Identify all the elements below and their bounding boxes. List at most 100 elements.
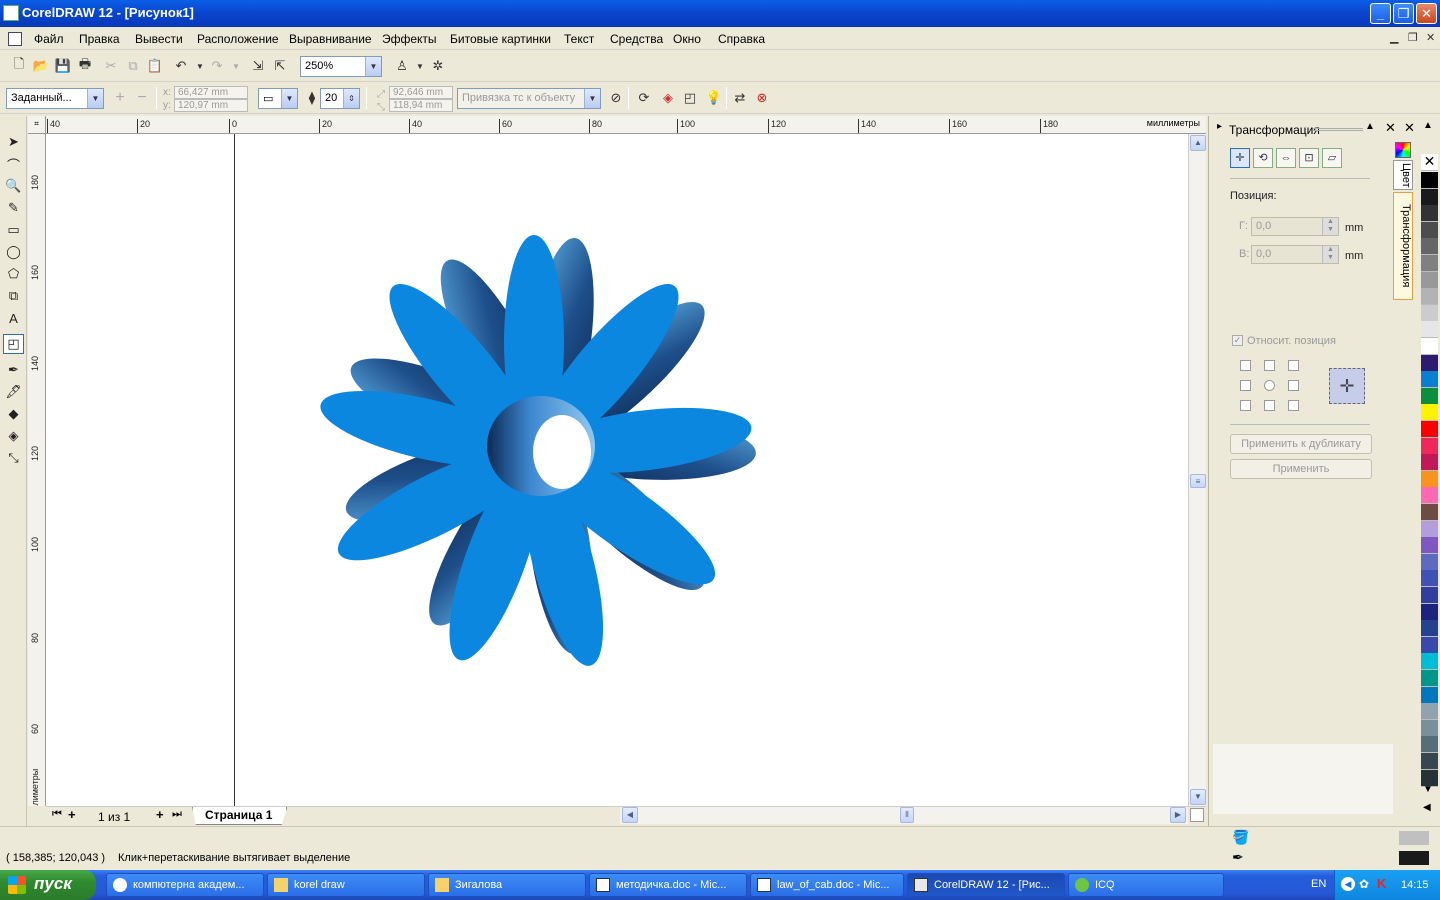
anchor-bottom-center[interactable] [1264, 400, 1275, 411]
ruler-origin[interactable]: ⌗ [28, 116, 46, 134]
task-button-active[interactable]: CorelDRAW 12 - [Рис... [907, 873, 1065, 897]
remove-preset-icon[interactable]: − [132, 88, 152, 108]
task-button[interactable]: методичка.doc - Mic... [589, 873, 747, 897]
color-swatch[interactable] [1421, 587, 1438, 604]
interactive-fill-icon[interactable]: ◈ [3, 426, 24, 446]
color-swatch[interactable] [1421, 255, 1438, 272]
menu-arrange[interactable]: Выравнивание [289, 32, 372, 46]
docker-group-close-icon[interactable]: ✕ [1404, 120, 1415, 136]
scroll-right-icon[interactable]: ▶ [1170, 807, 1186, 823]
paste-icon[interactable]: 📋 [145, 56, 165, 76]
rectangle-tool-icon[interactable]: ▭ [3, 220, 24, 240]
task-button[interactable]: Зигалова [428, 873, 586, 897]
color-swatch[interactable] [1421, 636, 1438, 654]
basic-shapes-icon[interactable]: ⧉ [3, 286, 24, 306]
color-swatch[interactable] [1421, 620, 1438, 638]
zoom-tool-icon[interactable]: 🔍 [3, 176, 24, 196]
add-page-before-icon[interactable]: + [68, 807, 76, 822]
clear-extrude-icon[interactable]: ⊗ [752, 88, 772, 108]
color-swatch[interactable] [1421, 703, 1438, 721]
menu-view[interactable]: Вывести [135, 32, 183, 46]
menu-tools[interactable]: Средства [610, 32, 663, 46]
palette-expand-icon[interactable]: ◀ [1423, 802, 1431, 813]
color-swatch[interactable] [1421, 421, 1438, 438]
redo-dropdown-icon[interactable]: ▼ [226, 56, 246, 76]
chevron-down-icon[interactable]: ▼ [281, 89, 297, 108]
copy-extrude-properties-icon[interactable]: ⇄ [730, 88, 750, 108]
page-tab-1[interactable]: Страница 1 [192, 807, 288, 825]
color-swatch[interactable] [1421, 188, 1438, 206]
horizontal-position-field[interactable]: 0,0 ▲ ▼ [1251, 217, 1339, 236]
menu-effects[interactable]: Эффекты [382, 32, 437, 46]
drawing-canvas[interactable] [46, 134, 1188, 806]
shape-tool-icon[interactable]: ⌒ [3, 154, 24, 174]
icq-tray-icon[interactable]: ✿ [1359, 877, 1369, 891]
depth-field[interactable]: 20 ⇕ [320, 88, 360, 109]
extrude-rotation-icon[interactable]: ⟳ [634, 88, 654, 108]
start-button[interactable]: пуск [0, 870, 96, 900]
fill-bucket-icon[interactable]: 🪣 [1232, 829, 1249, 846]
scroll-thumb[interactable]: ⦀ [900, 807, 914, 823]
anchor-middle-left[interactable] [1240, 380, 1251, 391]
task-button[interactable]: ICQ [1068, 873, 1224, 897]
docker-collapse-icon[interactable]: ▲ [1365, 121, 1375, 132]
doc-restore-icon[interactable]: ❐ [1408, 31, 1418, 44]
anchor-top-left[interactable] [1240, 360, 1251, 371]
docker-arrow-icon[interactable]: ▸ [1217, 121, 1222, 132]
spin-icon[interactable]: ▲ ▼ [1322, 246, 1338, 263]
vanishing-point-y-field[interactable]: 118,94 mm [389, 99, 453, 112]
application-launcher-icon[interactable]: ♙ [392, 56, 412, 76]
close-button[interactable]: ✕ [1416, 3, 1437, 24]
eyedropper-tool-icon[interactable]: ✒ [3, 360, 24, 380]
chevron-down-icon[interactable]: ▼ [365, 57, 381, 76]
redo-icon[interactable]: ↷ [207, 56, 227, 76]
palette-scroll-down-icon[interactable]: ▼ [1423, 784, 1433, 795]
scroll-down-icon[interactable]: ▼ [1190, 789, 1206, 805]
text-tool-icon[interactable]: A [3, 308, 24, 328]
first-page-icon[interactable]: ⏮ [52, 808, 62, 821]
vanishing-point-relative-icon[interactable]: ⊘ [606, 88, 626, 108]
vertical-position-field[interactable]: 0,0 ▲ ▼ [1251, 245, 1339, 264]
menu-file[interactable]: Файл [34, 32, 64, 46]
color-swatch[interactable] [1421, 321, 1438, 339]
extrude-lighting-icon[interactable]: 💡 [704, 88, 724, 108]
zoom-combo[interactable]: 250% ▼ [300, 56, 382, 77]
color-swatch[interactable] [1421, 504, 1438, 521]
color-swatch[interactable] [1421, 288, 1438, 306]
y-position-field[interactable]: 120,97 mm [174, 99, 248, 112]
antivirus-tray-icon[interactable]: K [1377, 876, 1386, 891]
tab-transformation[interactable]: Трансформация [1393, 192, 1413, 300]
anchor-top-center[interactable] [1264, 360, 1275, 371]
pick-tool-icon[interactable]: ➤ [3, 132, 24, 152]
color-swatch[interactable] [1421, 653, 1438, 671]
save-icon[interactable]: 💾 [53, 56, 73, 76]
anchor-bottom-left[interactable] [1240, 400, 1251, 411]
color-swatch[interactable] [1421, 271, 1438, 289]
transform-scale-icon[interactable]: ⇔ [1276, 148, 1296, 168]
transform-skew-icon[interactable]: ▱ [1322, 148, 1342, 168]
freehand-tool-icon[interactable]: ✎ [3, 198, 24, 218]
transform-rotate-icon[interactable]: ⟲ [1253, 148, 1273, 168]
color-swatch[interactable] [1421, 537, 1438, 555]
color-swatch[interactable] [1421, 404, 1438, 422]
transform-size-icon[interactable]: ⊡ [1299, 148, 1319, 168]
color-swatch[interactable] [1421, 670, 1438, 687]
color-swatch[interactable] [1421, 172, 1438, 189]
new-document-icon[interactable]: 🗋 [9, 56, 29, 76]
minimize-button[interactable]: _ [1370, 3, 1391, 24]
view-navigator-icon[interactable] [1190, 808, 1204, 822]
open-icon[interactable]: 📂 [31, 56, 51, 76]
color-swatch[interactable] [1421, 487, 1438, 505]
chevron-down-icon[interactable]: ▼ [87, 89, 103, 108]
color-wheel-icon[interactable] [1395, 142, 1411, 158]
relative-position-checkbox[interactable]: ✓ [1232, 335, 1243, 346]
depth-spin-icon[interactable]: ⇕ [343, 89, 359, 108]
menu-help[interactable]: Справка [718, 32, 765, 46]
extrude-bevel-icon[interactable]: ◰ [680, 88, 700, 108]
vertical-scrollbar[interactable]: ▲ ≡ ▼ [1188, 134, 1206, 806]
add-preset-icon[interactable]: + [110, 88, 130, 108]
polygon-tool-icon[interactable]: ⬠ [3, 264, 24, 284]
ellipse-tool-icon[interactable]: ◯ [3, 242, 24, 262]
doc-minimize-icon[interactable]: ▁ [1390, 31, 1398, 44]
chevron-down-icon[interactable]: ▼ [584, 89, 600, 108]
